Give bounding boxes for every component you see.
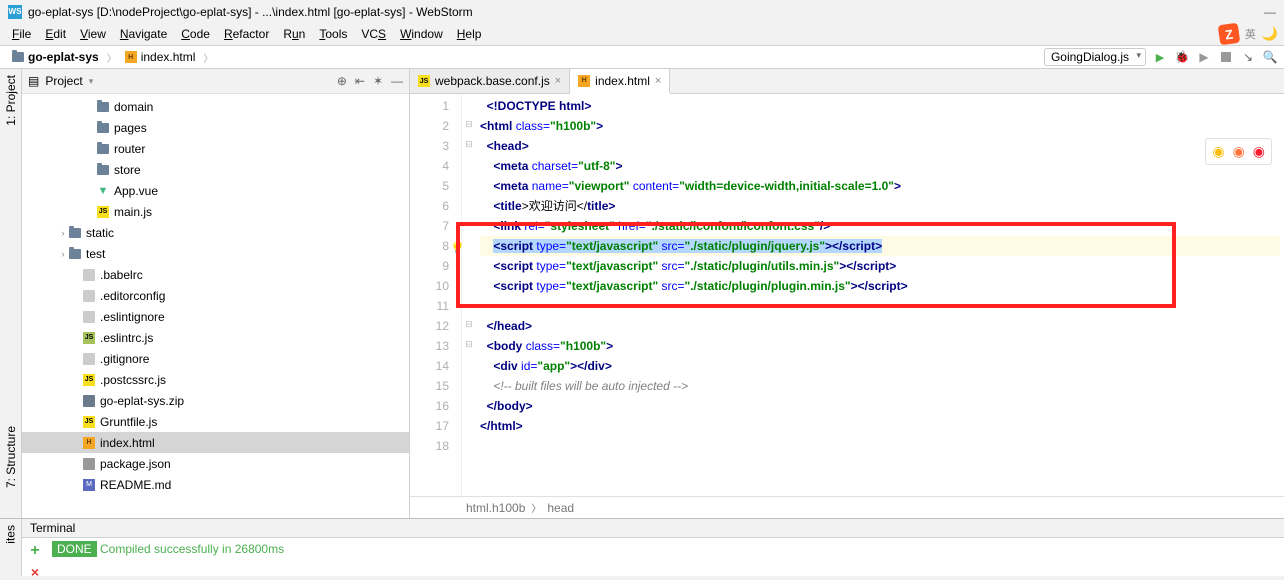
window-title: go-eplat-sys [D:\nodeProject\go-eplat-sy… <box>28 5 473 19</box>
favorites-tab[interactable]: ites <box>0 519 21 550</box>
menu-edit[interactable]: Edit <box>39 25 72 43</box>
html-icon: H <box>125 51 137 63</box>
project-pane-icon: ▤ <box>28 74 39 88</box>
menu-run[interactable]: Run <box>277 25 311 43</box>
sidebar-structure-tab[interactable]: 7: Structure <box>2 420 20 494</box>
locate-icon[interactable]: ⊕ <box>337 74 347 88</box>
webstorm-icon: WS <box>8 5 22 19</box>
html-icon: H <box>578 75 590 87</box>
breadcrumb-sep: 〉 <box>203 50 213 65</box>
ime-label[interactable]: 英 <box>1245 26 1256 42</box>
terminal-add-button[interactable]: + <box>30 542 39 560</box>
opera-icon[interactable]: ◉ <box>1253 143 1265 160</box>
folder-icon <box>12 52 24 62</box>
menu-file[interactable]: File <box>6 25 37 43</box>
chrome-icon[interactable]: ◉ <box>1212 143 1224 160</box>
code-content[interactable]: <!DOCTYPE html> <html class="h100b"> <he… <box>476 94 1284 496</box>
window-controls: — <box>1264 5 1276 19</box>
project-title[interactable]: Project <box>45 74 82 88</box>
breadcrumb-root[interactable]: go-eplat-sys <box>6 49 105 65</box>
minimize-button[interactable]: — <box>1264 5 1276 19</box>
tree-row[interactable]: store <box>22 159 409 180</box>
menubar: File Edit View Navigate Code Refactor Ru… <box>0 23 1284 45</box>
editor-breadcrumb[interactable]: html.h100b 〉 head <box>410 496 1284 518</box>
tree-row[interactable]: ›static <box>22 222 409 243</box>
titlebar: WS go-eplat-sys [D:\nodeProject\go-eplat… <box>0 0 1284 23</box>
terminal-close-button[interactable]: × <box>31 564 39 580</box>
editor-pane: JS webpack.base.conf.js × H index.html ×… <box>410 69 1284 518</box>
collapse-icon[interactable]: ⇤ <box>355 74 365 88</box>
browser-preview-toolbar: ◉ ◉ ◉ <box>1205 138 1272 165</box>
terminal-header[interactable]: Terminal <box>22 519 1284 538</box>
run-config-dropdown[interactable]: GoingDialog.js <box>1044 48 1146 66</box>
tree-row[interactable]: Hindex.html <box>22 432 409 453</box>
menu-refactor[interactable]: Refactor <box>218 25 275 43</box>
update-button[interactable]: ↘ <box>1240 49 1256 65</box>
tree-row[interactable]: pages <box>22 117 409 138</box>
navbar: go-eplat-sys 〉 Hindex.html 〉 GoingDialog… <box>0 45 1284 69</box>
project-tree[interactable]: domainpagesrouterstore▼App.vueJSmain.js›… <box>22 94 409 518</box>
breadcrumb-file[interactable]: Hindex.html <box>119 49 202 65</box>
js-icon: JS <box>418 75 430 87</box>
tree-row[interactable]: go-eplat-sys.zip <box>22 390 409 411</box>
fold-column[interactable]: ⊟⊟⊟⊟ <box>462 94 476 496</box>
terminal-panel: ites Terminal + × DONE Compiled successf… <box>0 518 1284 576</box>
menu-tools[interactable]: Tools <box>313 25 353 43</box>
tree-row[interactable]: router <box>22 138 409 159</box>
project-header: ▤ Project ▾ ⊕ ⇤ ✶ — <box>22 69 409 94</box>
sidebar-project-tab[interactable]: 1: Project <box>2 69 20 132</box>
tree-row[interactable]: package.json <box>22 453 409 474</box>
tree-row[interactable]: ▼App.vue <box>22 180 409 201</box>
stop-button[interactable] <box>1218 49 1234 65</box>
tree-row[interactable]: .eslintignore <box>22 306 409 327</box>
intention-bulb-icon[interactable]: 💡 <box>450 238 465 258</box>
menu-code[interactable]: Code <box>175 25 216 43</box>
code-editor[interactable]: 123456789101112131415161718 ⊟⊟⊟⊟ <!DOCTY… <box>410 94 1284 496</box>
tree-row[interactable]: JS.postcssrc.js <box>22 369 409 390</box>
menu-window[interactable]: Window <box>394 25 449 43</box>
moon-icon[interactable]: 🌙 <box>1262 26 1278 42</box>
close-icon[interactable]: × <box>655 75 661 87</box>
breadcrumb-sep: 〉 <box>107 50 117 65</box>
project-dropdown-icon[interactable]: ▾ <box>89 76 94 87</box>
tree-row[interactable]: .gitignore <box>22 348 409 369</box>
tree-row[interactable]: domain <box>22 96 409 117</box>
close-icon[interactable]: × <box>555 75 561 87</box>
menu-help[interactable]: Help <box>451 25 488 43</box>
gutter: 123456789101112131415161718 <box>410 94 462 496</box>
tree-row[interactable]: .editorconfig <box>22 285 409 306</box>
coverage-button[interactable]: ▶ <box>1196 49 1212 65</box>
tree-row[interactable]: JSmain.js <box>22 201 409 222</box>
menu-vcs[interactable]: VCS <box>355 25 392 43</box>
menu-navigate[interactable]: Navigate <box>114 25 173 43</box>
sidebar-left: 1: Project 7: Structure <box>0 69 22 518</box>
tree-row[interactable]: MREADME.md <box>22 474 409 495</box>
tab-index-html[interactable]: H index.html × <box>570 69 670 94</box>
terminal-body[interactable]: + × DONE Compiled successfully in 26800m… <box>22 538 1284 580</box>
z-plugin-icon[interactable]: Z <box>1218 23 1241 46</box>
breadcrumb: go-eplat-sys 〉 Hindex.html 〉 <box>6 49 213 65</box>
run-button[interactable]: ▶ <box>1152 49 1168 65</box>
gear-icon[interactable]: ✶ <box>373 74 383 88</box>
firefox-icon[interactable]: ◉ <box>1233 143 1245 160</box>
editor-tabbar: JS webpack.base.conf.js × H index.html × <box>410 69 1284 94</box>
search-button[interactable]: 🔍 <box>1262 49 1278 65</box>
hide-icon[interactable]: — <box>391 74 403 88</box>
tab-webpack[interactable]: JS webpack.base.conf.js × <box>410 69 570 93</box>
project-pane: ▤ Project ▾ ⊕ ⇤ ✶ — domainpagesroutersto… <box>22 69 410 518</box>
terminal-output: DONE Compiled successfully in 26800ms <box>48 538 288 561</box>
tree-row[interactable]: .babelrc <box>22 264 409 285</box>
tree-row[interactable]: JS.eslintrc.js <box>22 327 409 348</box>
tree-row[interactable]: JSGruntfile.js <box>22 411 409 432</box>
tree-row[interactable]: ›test <box>22 243 409 264</box>
debug-button[interactable]: 🐞 <box>1174 49 1190 65</box>
menu-view[interactable]: View <box>74 25 112 43</box>
